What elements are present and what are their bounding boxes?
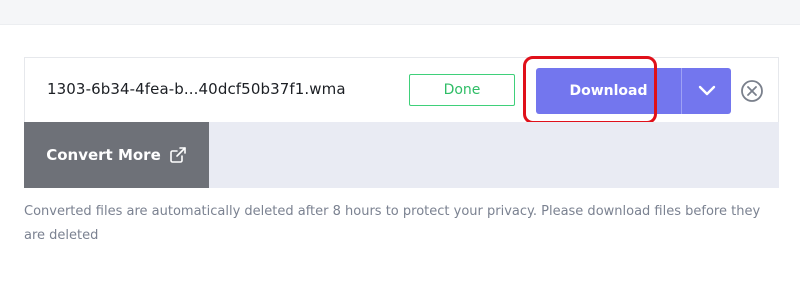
convert-more-button[interactable]: Convert More	[24, 122, 209, 188]
action-bar: Convert More	[24, 122, 779, 188]
file-row: 1303-6b34-4fea-b...40dcf50b37f1.wma Done…	[24, 57, 779, 122]
file-name: 1303-6b34-4fea-b...40dcf50b37f1.wma	[47, 80, 346, 98]
download-highlight-annotation	[523, 56, 657, 124]
external-link-icon	[169, 147, 186, 163]
close-circle-icon	[741, 80, 763, 102]
top-band	[0, 0, 800, 25]
privacy-notice: Converted files are automatically delete…	[24, 204, 761, 243]
remove-file-button[interactable]	[740, 79, 764, 103]
download-options-button[interactable]	[682, 68, 731, 114]
status-badge: Done	[409, 74, 515, 106]
chevron-down-icon	[698, 85, 715, 96]
convert-more-label: Convert More	[46, 146, 161, 164]
